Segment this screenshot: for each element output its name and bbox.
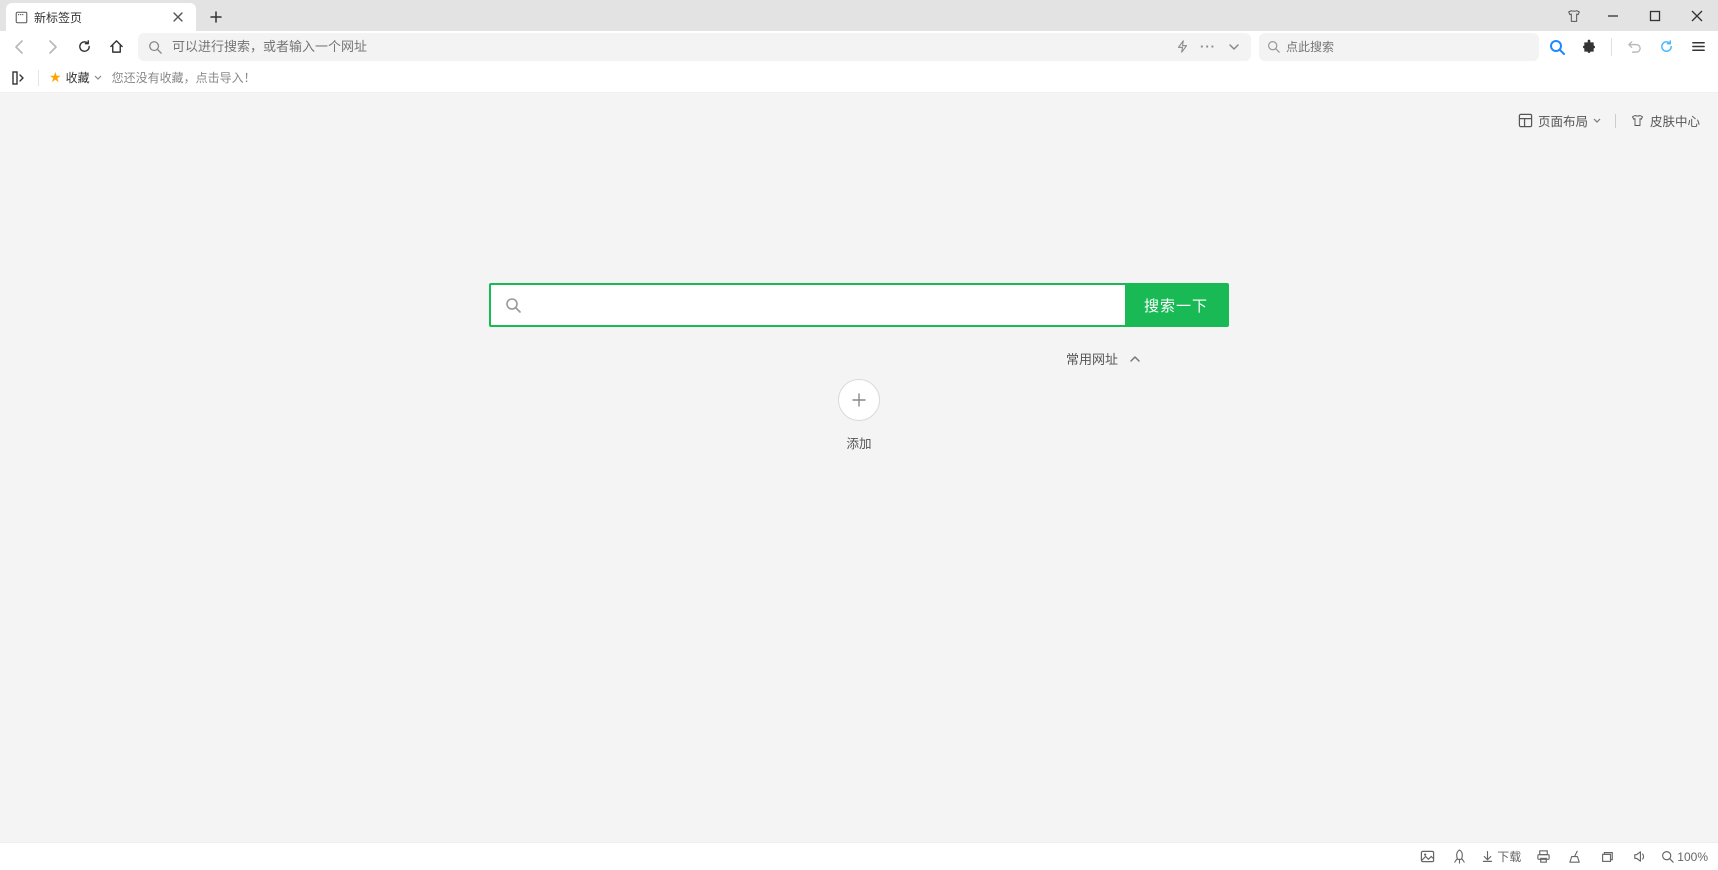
new-tab-page: 页面布局 皮肤中心 搜索一下 常用网址 添加 [0,93,1718,842]
zoom-icon [1661,850,1674,863]
separator [38,70,39,86]
refresh-cloud-icon[interactable] [1652,33,1680,61]
back-button[interactable] [6,33,34,61]
skin-center-button[interactable]: 皮肤中心 [1630,111,1700,130]
maximize-button[interactable] [1634,0,1676,31]
shirt-icon [1630,113,1645,128]
add-tile-label: 添加 [846,433,871,452]
address-input[interactable] [172,39,1165,54]
broom-icon[interactable] [1565,847,1585,867]
download-icon [1481,850,1494,863]
collapse-icon[interactable] [1126,350,1144,368]
new-tab-button[interactable] [202,3,230,31]
restore-icon[interactable] [1597,847,1617,867]
add-tile[interactable]: 添加 [827,379,891,452]
bookmarks-bar: ★ 收藏 您还没有收藏，点击导入！ [0,63,1718,93]
quick-search-icon[interactable] [1543,33,1571,61]
tiles-row: 添加 [827,379,891,452]
chevron-down-icon [94,74,102,82]
favorites-label: 收藏 [66,69,90,86]
separator [1615,114,1616,128]
search-icon [146,38,164,56]
volume-icon[interactable] [1629,847,1649,867]
page-top-controls: 页面布局 皮肤中心 [1518,111,1700,130]
tab-title: 新标签页 [34,9,82,26]
minimize-button[interactable] [1592,0,1634,31]
skin-center-label: 皮肤中心 [1650,111,1700,130]
home-button[interactable] [102,33,130,61]
mini-search-input[interactable] [1286,40,1531,54]
appearance-icon[interactable] [1556,0,1592,31]
more-icon[interactable]: ··· [1199,38,1217,56]
chevron-down-icon[interactable] [1225,38,1243,56]
search-icon [1267,40,1280,53]
printer-icon[interactable] [1533,847,1553,867]
titlebar: 新标签页 [0,0,1718,31]
download-label: 下载 [1497,848,1521,865]
page-icon [14,10,28,24]
toolbar: ··· [0,31,1718,63]
rocket-icon[interactable] [1449,847,1469,867]
chevron-down-icon [1593,117,1601,125]
main-search: 搜索一下 [489,283,1229,327]
undo-icon[interactable] [1620,33,1648,61]
frequent-sites-header: 常用网址 [489,349,1229,368]
window-controls [1556,0,1718,31]
main-search-input[interactable] [535,285,1125,325]
zoom-value: 100% [1677,850,1708,864]
reload-button[interactable] [70,33,98,61]
forward-button[interactable] [38,33,66,61]
download-button[interactable]: 下载 [1481,848,1521,865]
close-window-button[interactable] [1676,0,1718,31]
search-button[interactable]: 搜索一下 [1125,285,1227,325]
plus-icon [838,379,880,421]
layout-icon [1518,113,1533,128]
search-icon [491,285,535,325]
picture-icon[interactable] [1417,847,1437,867]
page-layout-label: 页面布局 [1538,111,1588,130]
star-icon: ★ [49,69,62,86]
favorites-empty-tip[interactable]: 您还没有收藏，点击导入！ [112,69,256,86]
main-search-box: 搜索一下 [489,283,1229,327]
status-bar: 下载 100% [0,842,1718,870]
lightning-icon[interactable] [1173,38,1191,56]
browser-tab[interactable]: 新标签页 [6,3,196,31]
separator [1611,38,1612,56]
mini-search-bar[interactable] [1259,33,1539,61]
address-bar[interactable]: ··· [138,33,1251,61]
tab-close-button[interactable] [170,9,186,25]
page-layout-button[interactable]: 页面布局 [1518,111,1601,130]
menu-button[interactable] [1684,33,1712,61]
frequent-sites-label: 常用网址 [1066,349,1118,368]
sidebar-toggle-icon[interactable] [10,69,28,87]
extensions-icon[interactable] [1575,33,1603,61]
zoom-control[interactable]: 100% [1661,850,1708,864]
favorites-button[interactable]: ★ 收藏 [49,69,102,86]
